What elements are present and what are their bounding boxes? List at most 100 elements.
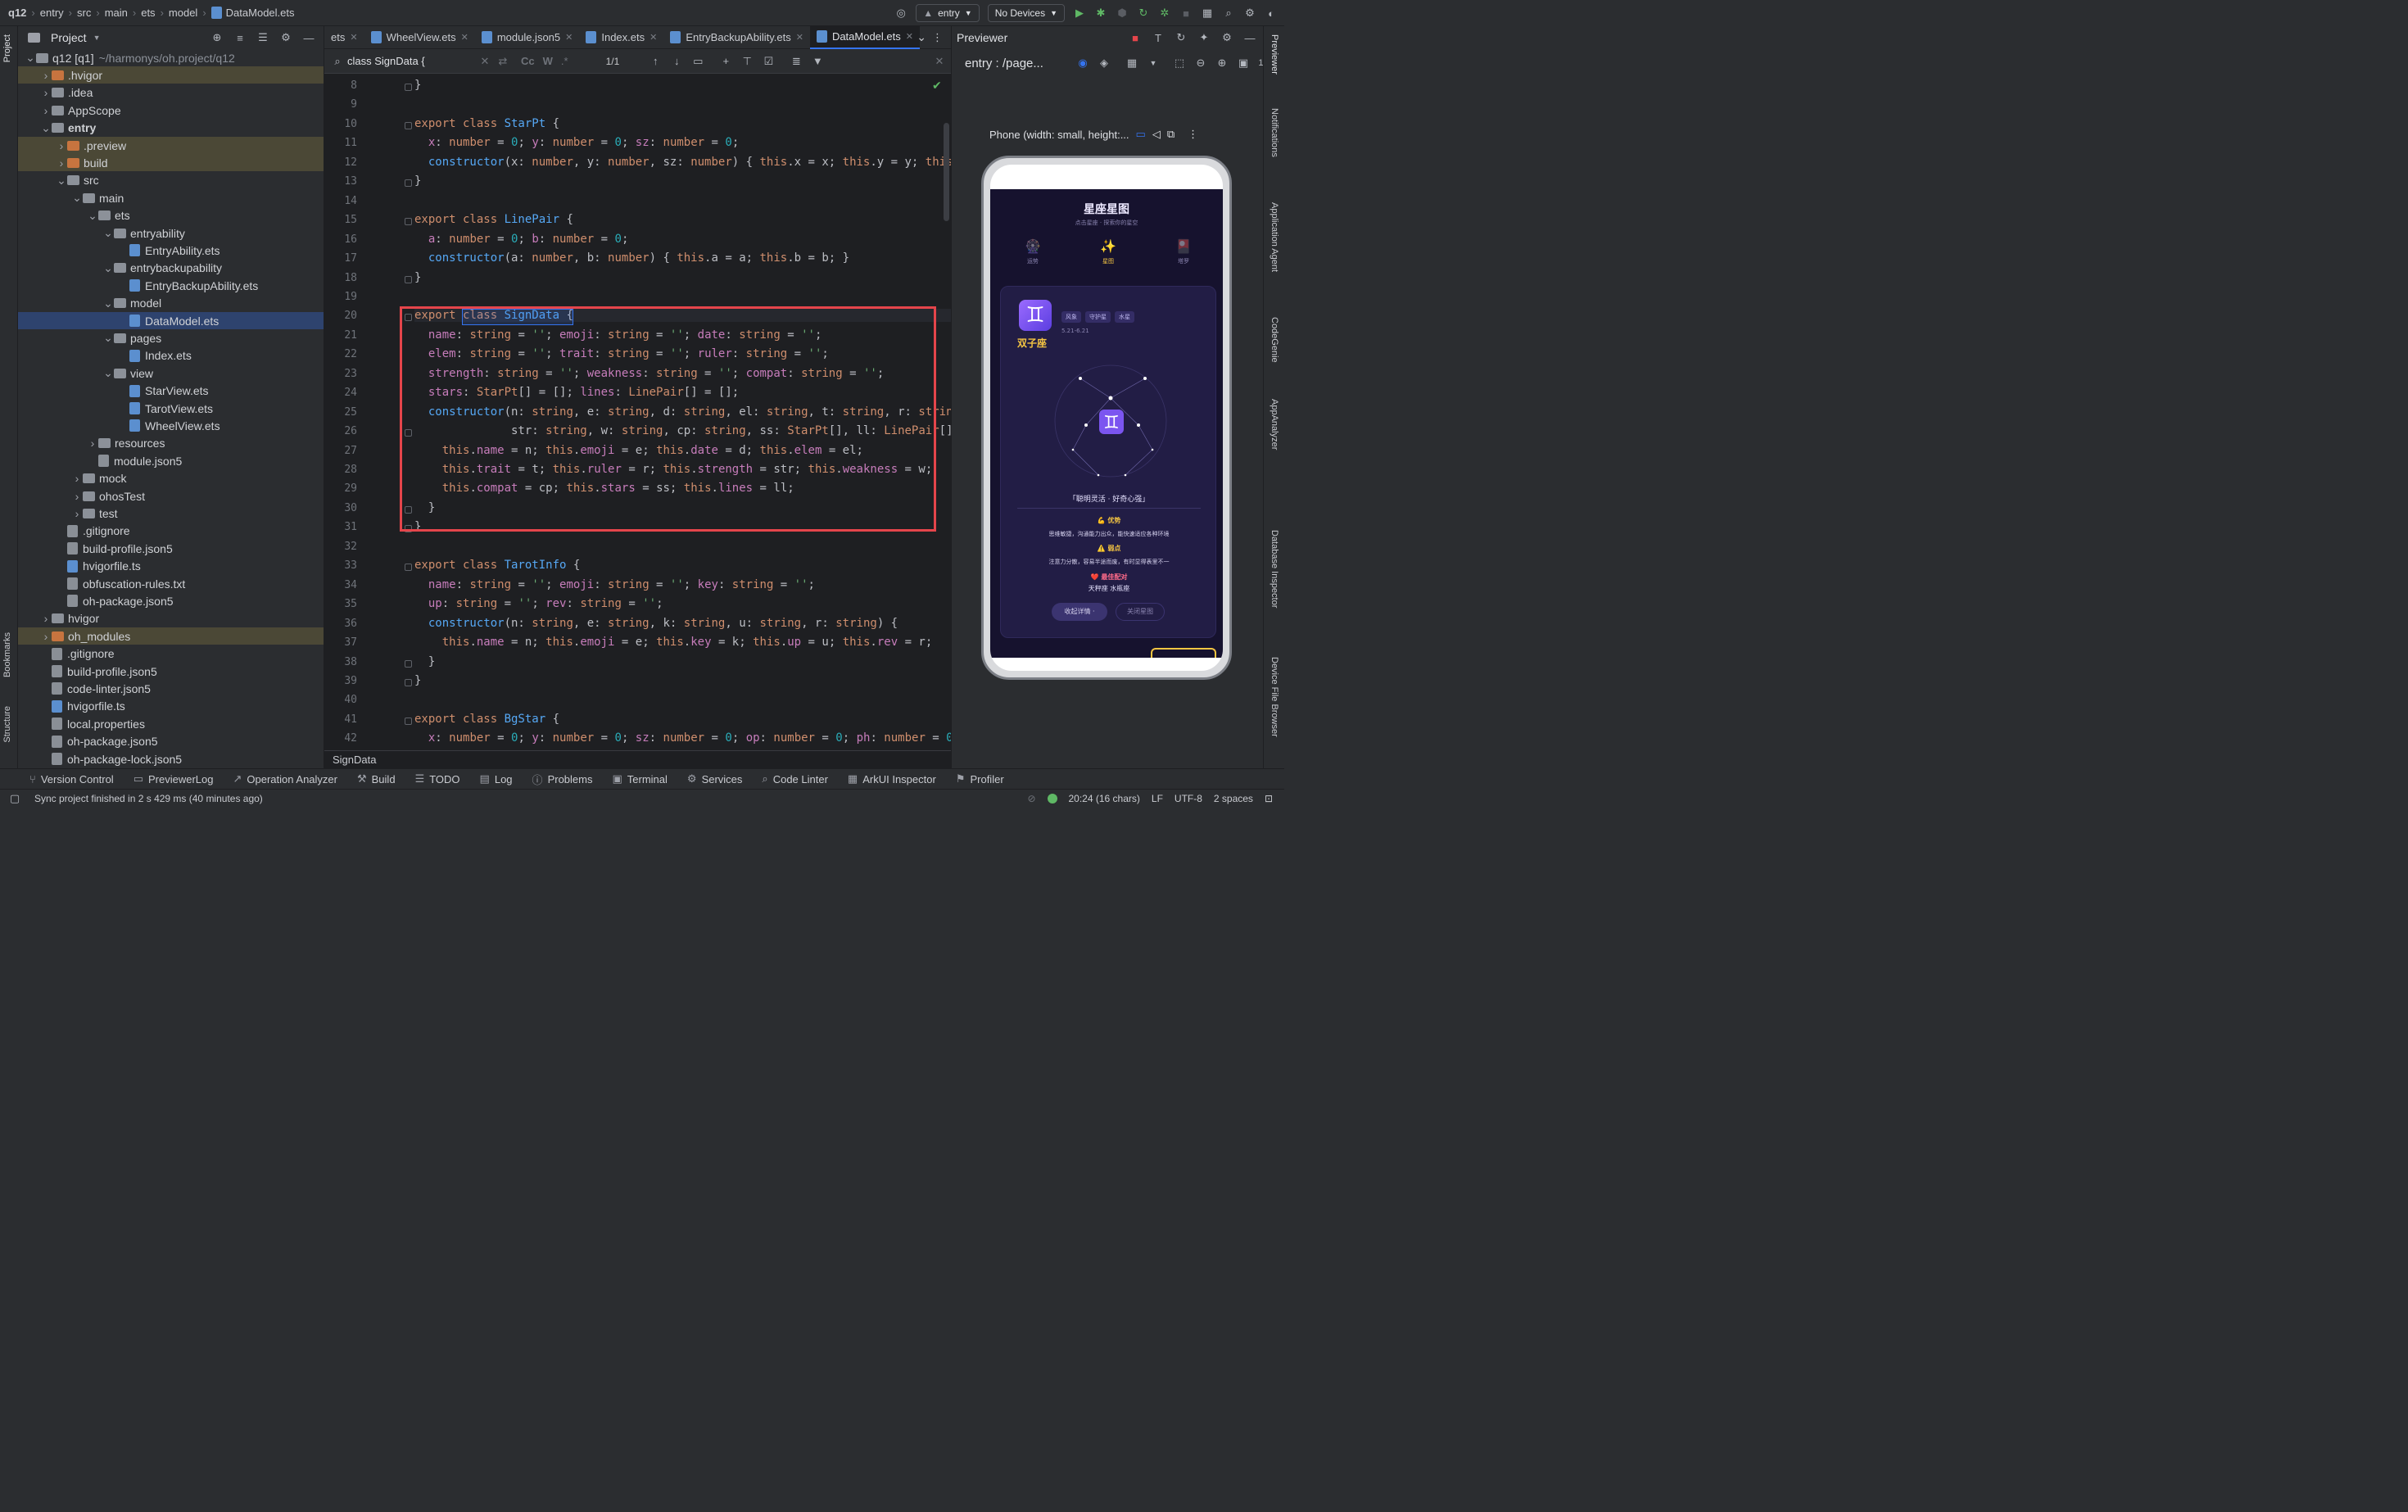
breadcrumb-item[interactable]: model: [169, 7, 197, 19]
target-icon[interactable]: ◎: [894, 7, 908, 20]
editor-tab[interactable]: Index.ets ✕: [579, 26, 663, 49]
chevron-right-icon[interactable]: ›: [40, 104, 52, 117]
tree-row[interactable]: .gitignore: [18, 523, 324, 540]
tool-window-code-linter[interactable]: ⌕ Code Linter: [762, 772, 828, 785]
options-gear-icon[interactable]: ⚙: [279, 31, 292, 44]
tree-row[interactable]: ⌄ entryability: [18, 224, 324, 242]
breadcrumb-item[interactable]: ets: [141, 7, 155, 19]
rerun-icon[interactable]: ↻: [1137, 7, 1150, 20]
power-save-icon[interactable]: ⊘: [1027, 793, 1035, 804]
status-message[interactable]: Sync project finished in 2 s 429 ms (40 …: [34, 793, 263, 804]
tree-row[interactable]: local.properties: [18, 715, 324, 732]
filter-icon[interactable]: ▼: [811, 55, 824, 68]
stop-preview-icon[interactable]: ■: [1129, 31, 1142, 44]
close-tab-icon[interactable]: ✕: [461, 32, 468, 43]
project-panel-title[interactable]: Project: [51, 31, 87, 44]
fold-marker[interactable]: [405, 179, 412, 188]
tree-row[interactable]: Index.ets: [18, 347, 324, 364]
chevron-down-icon[interactable]: ▼: [93, 34, 101, 42]
fold-marker[interactable]: [405, 121, 412, 129]
tool-window-profiler[interactable]: ⚑ Profiler: [956, 772, 1004, 785]
tree-row[interactable]: build-profile.json5: [18, 663, 324, 680]
close-tab-icon[interactable]: ✕: [350, 32, 357, 43]
find-input[interactable]: class SignData {: [347, 55, 478, 67]
fold-marker[interactable]: [405, 678, 412, 686]
tree-row[interactable]: oh-package.json5: [18, 592, 324, 609]
tree-row[interactable]: ⌄ src: [18, 172, 324, 189]
fold-marker[interactable]: [405, 84, 412, 91]
right-tool-appanalyzer[interactable]: AppAnalyzer: [1270, 399, 1279, 450]
zoom-out-icon[interactable]: ⊖: [1194, 57, 1207, 70]
project-structure-icon[interactable]: ▦: [1201, 7, 1214, 20]
hide-panel-icon[interactable]: —: [1243, 31, 1256, 44]
tree-row[interactable]: obfuscation-rules.txt: [18, 575, 324, 592]
bookmarks-tool-button[interactable]: Bookmarks: [2, 632, 12, 677]
chevron-right-icon[interactable]: ›: [40, 630, 52, 643]
tool-window-arkui-inspector[interactable]: ▦ ArkUI Inspector: [848, 772, 936, 785]
chevron-down-icon[interactable]: ▼: [1147, 57, 1160, 70]
chevron-right-icon[interactable]: ›: [56, 139, 67, 152]
chevron-right-icon[interactable]: ›: [56, 156, 67, 170]
tree-row[interactable]: StarView.ets: [18, 383, 324, 400]
right-tool-application-agent[interactable]: Application Agent: [1270, 202, 1279, 272]
tree-row[interactable]: › hvigor: [18, 610, 324, 627]
tree-row[interactable]: ⌄ view: [18, 364, 324, 382]
editor-tab[interactable]: module.json5 ✕: [475, 26, 580, 49]
fold-marker[interactable]: [405, 659, 412, 668]
editor-tab[interactable]: DataModel.ets ✕: [809, 25, 920, 49]
tree-row[interactable]: DataModel.ets: [18, 312, 324, 329]
tool-window-build[interactable]: ⚒ Build: [357, 772, 396, 785]
close-find-icon[interactable]: ✕: [933, 55, 946, 68]
search-history-icon[interactable]: ⇄: [496, 55, 509, 68]
line-separator[interactable]: LF: [1152, 793, 1163, 804]
fit-screen-icon[interactable]: ⬚: [1173, 57, 1186, 70]
breadcrumb-item[interactable]: main: [105, 7, 128, 19]
chevron-right-icon[interactable]: ›: [71, 507, 83, 520]
chevron-down-icon[interactable]: ⌄: [25, 51, 36, 65]
tool-window-problems[interactable]: ⓘ Problems: [532, 772, 593, 787]
chevron-right-icon[interactable]: ›: [87, 437, 98, 450]
remove-occurrence-icon[interactable]: ⊤: [740, 55, 754, 68]
fold-marker[interactable]: [405, 218, 412, 226]
device-select[interactable]: No Devices ▼: [987, 4, 1065, 22]
tree-row[interactable]: ⌄ pages: [18, 329, 324, 346]
regex-toggle[interactable]: .*: [561, 55, 568, 67]
back-icon[interactable]: ◁: [1152, 128, 1161, 141]
fold-marker[interactable]: [405, 275, 412, 283]
settings-gear-icon[interactable]: ⚙: [1243, 7, 1256, 20]
app-nav-item[interactable]: 🎴 塔罗: [1146, 238, 1221, 265]
chevron-right-icon[interactable]: ›: [40, 69, 52, 82]
tool-window-previewerlog[interactable]: ▭ PreviewerLog: [134, 772, 214, 785]
tree-row[interactable]: module.json5: [18, 452, 324, 469]
tree-row[interactable]: ⌄ ets: [18, 207, 324, 224]
tool-window-todo[interactable]: ☰ TODO: [415, 772, 460, 785]
editor-tab[interactable]: EntryBackupAbility.ets ✕: [663, 26, 810, 49]
tree-row[interactable]: hvigorfile.ts: [18, 558, 324, 575]
tree-row[interactable]: › ohosTest: [18, 487, 324, 505]
tool-window-services[interactable]: ⚙ Services: [687, 772, 743, 785]
tree-row[interactable]: ⌄ q12 [q1] ~/harmonys/oh.project/q12: [18, 49, 324, 66]
collapse-all-icon[interactable]: ☰: [256, 31, 269, 44]
more-icon[interactable]: ⋮: [1188, 128, 1198, 141]
zoom-in-icon[interactable]: ⊕: [1215, 57, 1229, 70]
tree-row[interactable]: › .hvigor: [18, 66, 324, 84]
close-tab-icon[interactable]: ✕: [565, 32, 573, 43]
file-encoding[interactable]: UTF-8: [1175, 793, 1202, 804]
chevron-right-icon[interactable]: ›: [71, 490, 83, 503]
chevron-down-icon[interactable]: ⌄: [40, 121, 52, 135]
close-tab-icon[interactable]: ✕: [650, 32, 657, 43]
tree-row[interactable]: EntryBackupAbility.ets: [18, 277, 324, 294]
debug-icon[interactable]: ✱: [1094, 7, 1107, 20]
next-match-icon[interactable]: ↓: [670, 55, 683, 68]
tool-window-version-control[interactable]: ⑂ Version Control: [29, 773, 114, 785]
tree-row[interactable]: › test: [18, 505, 324, 522]
tree-row[interactable]: › resources: [18, 435, 324, 452]
right-tool-database-inspector[interactable]: Database Inspector: [1270, 530, 1279, 608]
account-icon[interactable]: ◐: [1265, 7, 1278, 20]
vertical-scrollbar[interactable]: [944, 123, 949, 221]
breadcrumb-item[interactable]: entry: [40, 7, 64, 19]
fold-marker[interactable]: [405, 564, 412, 572]
breadcrumb-item[interactable]: q12: [8, 7, 26, 19]
structure-tool-button[interactable]: Structure: [2, 706, 12, 743]
tree-row[interactable]: oh-package.json5: [18, 733, 324, 750]
